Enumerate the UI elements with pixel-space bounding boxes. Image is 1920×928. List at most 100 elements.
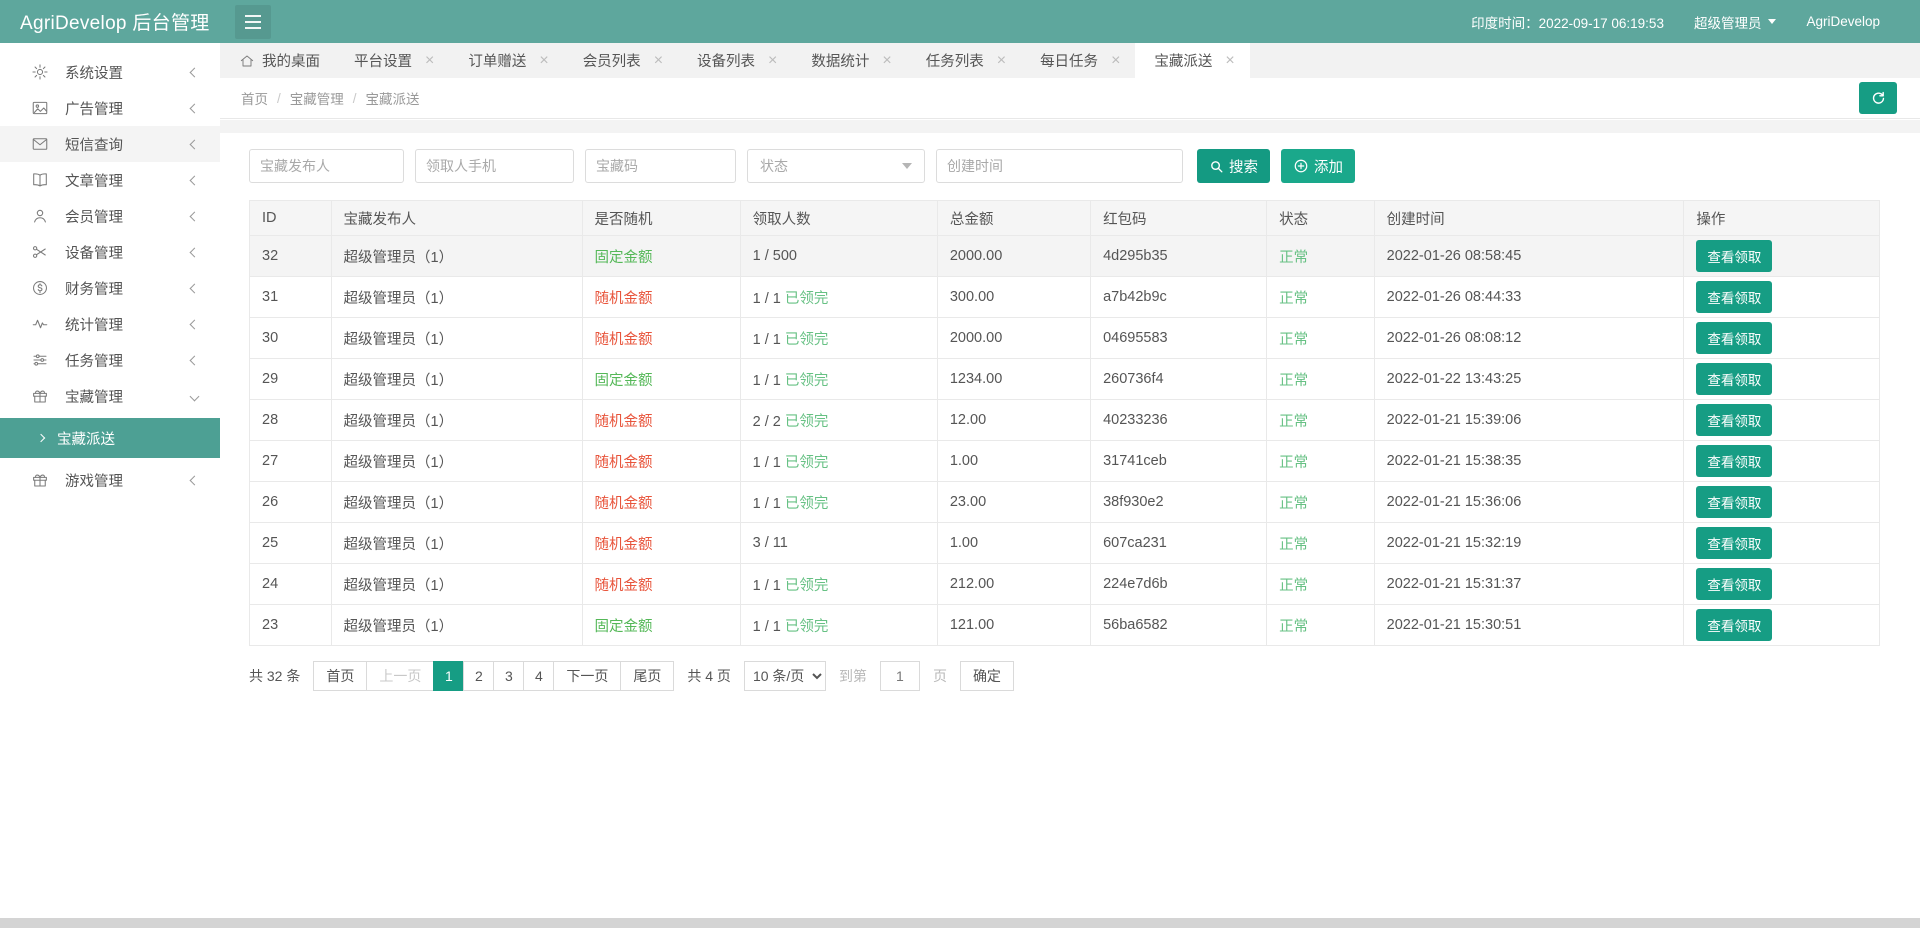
user-name: 超级管理员 bbox=[1693, 15, 1762, 31]
created-time-filter-input[interactable] bbox=[936, 149, 1183, 183]
sidebar-item[interactable]: 宝藏管理 bbox=[0, 378, 220, 414]
sidebar-item-label: 任务管理 bbox=[65, 353, 123, 370]
phone-filter-input[interactable] bbox=[415, 149, 574, 183]
close-icon[interactable]: × bbox=[882, 52, 891, 69]
sidebar-subitem[interactable]: 宝藏派送 bbox=[0, 418, 220, 458]
tab-label: 任务列表 bbox=[925, 54, 984, 70]
sidebar-item[interactable]: 设备管理 bbox=[0, 234, 220, 270]
menu-toggle-button[interactable] bbox=[235, 4, 271, 39]
search-icon bbox=[1211, 160, 1223, 172]
view-claims-button[interactable]: 查看领取 bbox=[1696, 609, 1773, 641]
cell-id: 28 bbox=[249, 399, 332, 441]
close-icon[interactable]: × bbox=[654, 52, 663, 69]
view-claims-button[interactable]: 查看领取 bbox=[1696, 240, 1773, 272]
sidebar-item[interactable]: 会员管理 bbox=[0, 198, 220, 234]
breadcrumb: 首页 / 宝藏管理 / 宝藏派送 bbox=[241, 88, 420, 108]
chevron-left-icon bbox=[189, 319, 200, 329]
sidebar-item[interactable]: 文章管理 bbox=[0, 162, 220, 198]
sidebar-item[interactable]: 游戏管理 bbox=[0, 462, 220, 498]
sidebar-item[interactable]: 短信查询 bbox=[0, 126, 220, 162]
breadcrumb-bar: 首页 / 宝藏管理 / 宝藏派送 bbox=[220, 78, 1920, 119]
breadcrumb-item[interactable]: 宝藏管理 bbox=[290, 88, 344, 108]
tools-icon bbox=[30, 243, 49, 262]
tab-item[interactable]: 设备列表 × bbox=[678, 43, 792, 78]
goto-page-input[interactable] bbox=[879, 661, 920, 691]
sidebar-item[interactable]: 任务管理 bbox=[0, 342, 220, 378]
sidebar-item[interactable]: 广告管理 bbox=[0, 90, 220, 126]
status-select[interactable]: 状态 bbox=[747, 149, 925, 183]
refresh-button[interactable] bbox=[1859, 82, 1897, 114]
tab-label: 设备列表 bbox=[697, 54, 756, 70]
book-icon bbox=[30, 171, 49, 190]
view-claims-button[interactable]: 查看领取 bbox=[1696, 445, 1773, 477]
view-claims-button[interactable]: 查看领取 bbox=[1696, 404, 1773, 436]
user-menu[interactable]: 超级管理员 bbox=[1694, 12, 1777, 32]
sidebar-item[interactable]: 统计管理 bbox=[0, 306, 220, 342]
sidebar-item[interactable]: 财务管理 bbox=[0, 270, 220, 306]
user-icon bbox=[30, 207, 49, 226]
close-icon[interactable]: × bbox=[1111, 52, 1120, 69]
cell-amount: 2000.00 bbox=[936, 235, 1092, 277]
tab-item[interactable]: 每日任务 × bbox=[1021, 43, 1135, 78]
cell-redpacket-code: 224e7d6b bbox=[1090, 563, 1268, 605]
page-number-button[interactable]: 4 bbox=[523, 661, 555, 691]
cell-actions: 查看领取 bbox=[1683, 522, 1880, 564]
tab-item[interactable]: 我的桌面 bbox=[220, 43, 335, 78]
horizontal-scrollbar[interactable] bbox=[0, 918, 1920, 928]
cell-random-type: 随机金额 bbox=[581, 276, 741, 318]
tab-item[interactable]: 任务列表 × bbox=[907, 43, 1021, 78]
cell-created-time: 2022-01-21 15:30:51 bbox=[1373, 604, 1685, 646]
confirm-button[interactable]: 确定 bbox=[959, 661, 1014, 691]
view-claims-button[interactable]: 查看领取 bbox=[1696, 486, 1773, 518]
page-number-button[interactable]: 3 bbox=[493, 661, 525, 691]
tab-label: 每日任务 bbox=[1040, 54, 1099, 70]
breadcrumb-item[interactable]: 首页 bbox=[241, 88, 268, 108]
tab-item[interactable]: 订单赠送 × bbox=[449, 43, 563, 78]
claim-done-label: 已领完 bbox=[784, 290, 829, 307]
code-filter-input[interactable] bbox=[585, 149, 736, 183]
view-claims-button[interactable]: 查看领取 bbox=[1696, 527, 1773, 559]
claim-done-label: 已领完 bbox=[784, 372, 829, 389]
close-icon[interactable]: × bbox=[997, 52, 1006, 69]
tab-item[interactable]: 会员列表 × bbox=[564, 43, 678, 78]
tab-item[interactable]: 数据统计 × bbox=[792, 43, 906, 78]
page-number-button[interactable]: 1 bbox=[433, 661, 465, 691]
close-icon[interactable]: × bbox=[1225, 52, 1234, 69]
cell-actions: 查看领取 bbox=[1683, 481, 1880, 523]
last-page-button[interactable]: 尾页 bbox=[620, 661, 675, 691]
close-icon[interactable]: × bbox=[768, 52, 777, 69]
cell-amount: 1234.00 bbox=[936, 358, 1092, 400]
tab-label: 宝藏派送 bbox=[1154, 54, 1213, 70]
sidebar-item-label: 会员管理 bbox=[65, 209, 123, 226]
gift-icon bbox=[30, 387, 49, 406]
sidebar-subitem-label: 宝藏派送 bbox=[57, 431, 115, 448]
column-header: 领取人数 bbox=[739, 200, 938, 236]
first-page-button[interactable]: 首页 bbox=[313, 661, 368, 691]
page-size-select[interactable]: 10 条/页 bbox=[743, 661, 826, 691]
tab-item[interactable]: 宝藏派送 × bbox=[1135, 43, 1250, 78]
cell-id: 32 bbox=[249, 235, 332, 277]
publisher-filter-input[interactable] bbox=[249, 149, 404, 183]
search-button[interactable]: 搜索 bbox=[1197, 149, 1270, 183]
breadcrumb-item[interactable]: 宝藏派送 bbox=[366, 88, 420, 108]
cell-amount: 23.00 bbox=[936, 481, 1092, 523]
page-number-button[interactable]: 2 bbox=[463, 661, 495, 691]
column-header: 宝藏发布人 bbox=[330, 200, 583, 236]
brand-link[interactable]: AgriDevelop bbox=[1806, 14, 1880, 29]
view-claims-button[interactable]: 查看领取 bbox=[1696, 363, 1773, 395]
cell-publisher: 超级管理员（1） bbox=[330, 563, 583, 605]
view-claims-button[interactable]: 查看领取 bbox=[1696, 568, 1773, 600]
sidebar-item[interactable]: 系统设置 bbox=[0, 54, 220, 90]
next-page-button[interactable]: 下一页 bbox=[553, 661, 622, 691]
close-icon[interactable]: × bbox=[425, 52, 434, 69]
view-claims-button[interactable]: 查看领取 bbox=[1696, 322, 1773, 354]
claim-count: 1 / 1 bbox=[752, 577, 785, 594]
cell-id: 26 bbox=[249, 481, 332, 523]
tab-item[interactable]: 平台设置 × bbox=[335, 43, 449, 78]
close-icon[interactable]: × bbox=[539, 52, 548, 69]
claim-count: 1 / 1 bbox=[752, 372, 785, 389]
add-button[interactable]: 添加 bbox=[1281, 149, 1355, 183]
cell-created-time: 2022-01-21 15:32:19 bbox=[1373, 522, 1685, 564]
view-claims-button[interactable]: 查看领取 bbox=[1696, 281, 1773, 313]
cell-redpacket-code: 40233236 bbox=[1090, 399, 1268, 441]
